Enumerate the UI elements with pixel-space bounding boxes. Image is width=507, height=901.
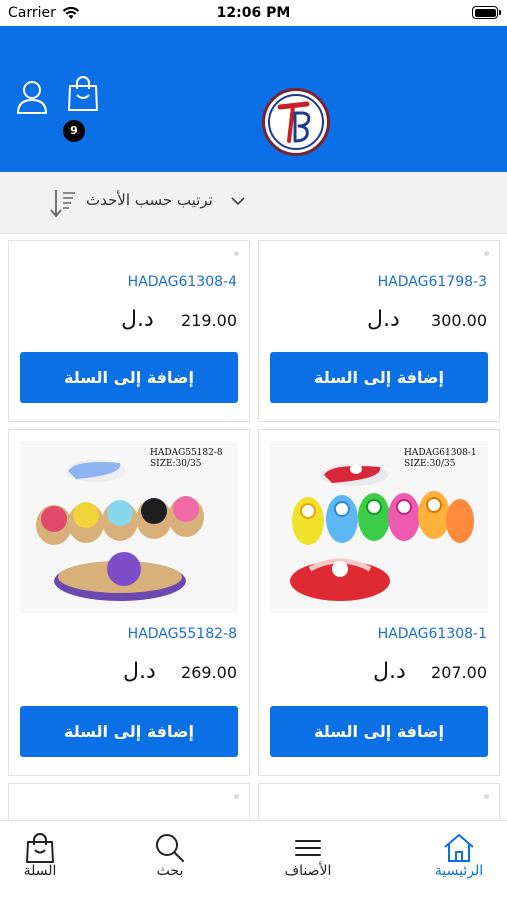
card-indicator <box>234 251 239 256</box>
product-currency: د.ل <box>121 307 154 332</box>
cart-icon[interactable] <box>66 76 100 112</box>
product-image[interactable]: HADAG61308-1 SIZE:30/35 <box>270 441 488 613</box>
product-price: 300.00 <box>431 311 487 330</box>
product-currency: د.ل <box>373 659 406 684</box>
tab-cart-label: السلة <box>23 863 57 879</box>
sort-order-icon[interactable] <box>49 187 79 219</box>
image-product-code: HADAG55182-8 <box>150 448 223 458</box>
tab-cart[interactable]: السلة <box>0 821 100 901</box>
product-price: 269.00 <box>181 663 237 682</box>
image-size-label: SIZE:30/35 <box>404 459 456 469</box>
clock: 12:06 PM <box>216 5 291 21</box>
image-product-code: HADAG61308-1 <box>404 448 477 458</box>
menu-icon <box>295 840 321 856</box>
bottom-tab-bar: الرئيسية الأصناف بحث السلة <box>0 820 507 900</box>
chevron-down-icon[interactable] <box>231 194 245 208</box>
card-indicator <box>484 794 489 799</box>
tab-search[interactable]: بحث <box>110 821 230 901</box>
user-icon[interactable] <box>16 80 48 114</box>
tab-home[interactable]: الرئيسية <box>399 821 507 901</box>
add-to-cart-button[interactable]: إضافة إلى السلة <box>270 706 488 757</box>
product-name[interactable]: HADAG55182-8 <box>128 626 237 642</box>
search-icon <box>156 834 184 862</box>
product-card[interactable]: HADAG61798-3 300.00 د.ل إضافة إلى السلة <box>258 240 500 422</box>
card-indicator <box>234 794 239 799</box>
product-currency: د.ل <box>123 659 156 684</box>
product-price: 207.00 <box>431 663 487 682</box>
tab-categories[interactable]: الأصناف <box>248 821 368 901</box>
sandals-image <box>20 441 238 613</box>
product-name[interactable]: HADAG61798-3 <box>378 274 487 290</box>
product-price: 219.00 <box>181 311 237 330</box>
tab-search-label: بحث <box>156 863 184 879</box>
status-bar: Carrier 12:06 PM <box>0 0 507 26</box>
add-to-cart-button[interactable]: إضافة إلى السلة <box>270 352 488 403</box>
product-name[interactable]: HADAG61308-4 <box>128 274 237 290</box>
cart-count-badge: 9 <box>63 120 85 142</box>
sort-label[interactable]: ترتيب حسب الأحدث <box>86 191 213 209</box>
bag-icon <box>26 833 54 863</box>
image-size-label: SIZE:30/35 <box>150 459 202 469</box>
sort-bar[interactable]: ترتيب حسب الأحدث <box>0 172 507 234</box>
product-card[interactable]: HADAG61308-4 219.00 د.ل إضافة إلى السلة <box>8 240 250 422</box>
home-icon <box>444 834 474 862</box>
tab-categories-label: الأصناف <box>284 863 332 879</box>
product-name[interactable]: HADAG61308-1 <box>378 626 487 642</box>
product-currency: د.ل <box>367 307 400 332</box>
product-card[interactable]: HADAG55182-8 SIZE:30/35 HADAG55182-8 269… <box>8 429 250 776</box>
tab-home-label: الرئيسية <box>434 863 484 879</box>
product-card[interactable]: HADAG61308-1 SIZE:30/35 HADAG61308-1 207… <box>258 429 500 776</box>
app-header: 9 <box>0 26 507 172</box>
brand-logo-mark <box>268 94 324 150</box>
card-indicator <box>484 251 489 256</box>
product-image[interactable]: HADAG55182-8 SIZE:30/35 <box>20 441 238 613</box>
brand-logo <box>262 88 330 156</box>
add-to-cart-button[interactable]: إضافة إلى السلة <box>20 706 238 757</box>
battery-icon <box>472 6 501 19</box>
add-to-cart-button[interactable]: إضافة إلى السلة <box>20 352 238 403</box>
